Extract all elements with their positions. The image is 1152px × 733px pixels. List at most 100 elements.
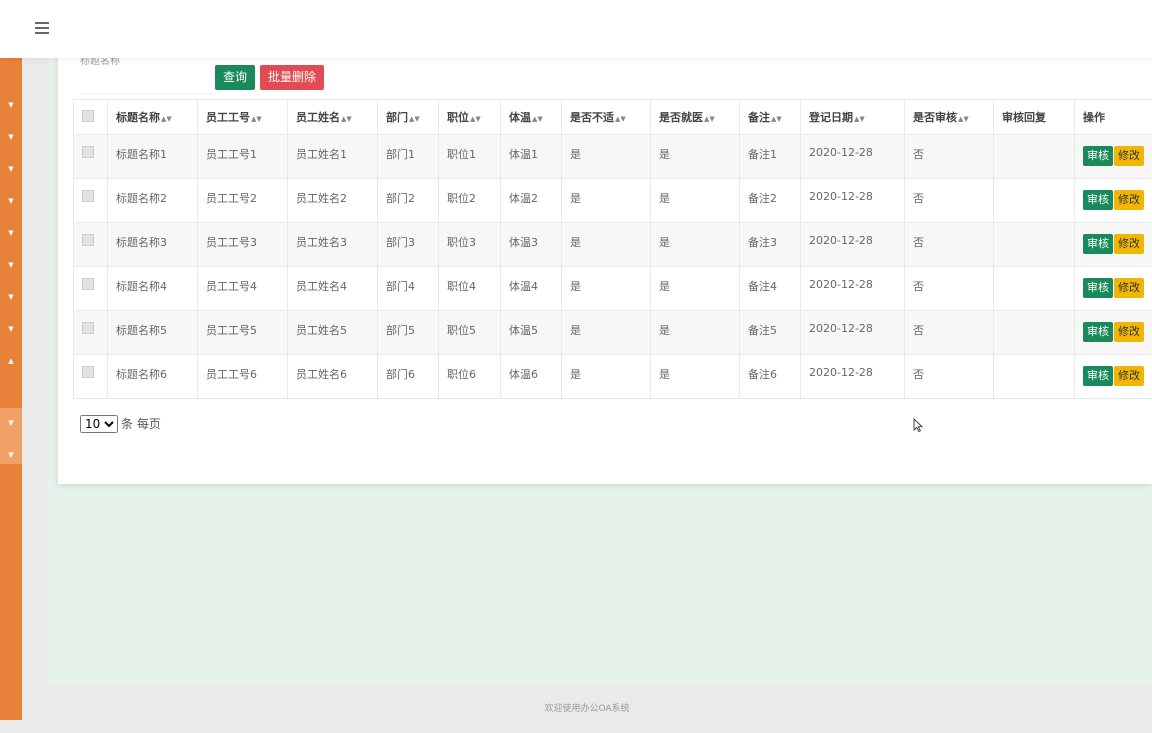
table-cell: 员工工号2 <box>198 179 288 223</box>
table-cell <box>994 267 1075 311</box>
table-cell: 是 <box>651 223 740 267</box>
table-cell: 备注3 <box>740 223 801 267</box>
caret-down-icon[interactable]: ▼ <box>0 416 22 430</box>
edit-button[interactable]: 修改 <box>1114 146 1144 166</box>
table-header-row: 标题名称▲▼ 员工工号▲▼ 员工姓名▲▼ 部门▲▼ 职位▲▼ 体温▲▼ 是否不适… <box>74 100 1152 135</box>
sort-icon[interactable]: ▲▼ <box>161 115 172 123</box>
row-checkbox[interactable] <box>82 146 94 158</box>
table-row: 标题名称6员工工号6员工姓名6部门6职位6体温6是是备注62020-12-28否… <box>74 355 1152 399</box>
caret-down-icon[interactable]: ▼ <box>0 448 22 462</box>
row-select-cell <box>74 267 108 311</box>
table-cell: 职位5 <box>439 311 501 355</box>
column-header[interactable]: 部门▲▼ <box>378 100 439 135</box>
table-cell: 2020-12-28 <box>801 311 905 355</box>
caret-down-icon[interactable]: ▼ <box>0 322 22 336</box>
row-actions: 审核修改 <box>1075 355 1152 399</box>
query-button[interactable]: 查询 <box>215 65 255 90</box>
column-header[interactable]: 是否就医▲▼ <box>651 100 740 135</box>
sort-icon[interactable]: ▲▼ <box>958 115 969 123</box>
caret-down-icon[interactable]: ▼ <box>0 130 22 144</box>
table-cell: 体温3 <box>501 223 562 267</box>
sort-icon[interactable]: ▲▼ <box>470 115 481 123</box>
table-cell: 标题名称4 <box>108 267 198 311</box>
batch-delete-button[interactable]: 批量删除 <box>260 65 324 90</box>
row-checkbox[interactable] <box>82 322 94 334</box>
sort-icon[interactable]: ▲▼ <box>532 115 543 123</box>
caret-down-icon[interactable]: ▼ <box>0 226 22 240</box>
title-search-input[interactable] <box>80 65 212 94</box>
table-cell: 体温2 <box>501 179 562 223</box>
caret-down-icon[interactable]: ▼ <box>0 98 22 112</box>
table-cell: 2020-12-28 <box>801 267 905 311</box>
table-cell: 是 <box>562 135 651 179</box>
column-header[interactable]: 职位▲▼ <box>439 100 501 135</box>
table-cell: 职位4 <box>439 267 501 311</box>
row-checkbox[interactable] <box>82 366 94 378</box>
audit-button[interactable]: 审核 <box>1083 190 1113 210</box>
table-cell: 备注4 <box>740 267 801 311</box>
table-cell: 否 <box>905 267 994 311</box>
table-cell: 备注2 <box>740 179 801 223</box>
sort-icon[interactable]: ▲▼ <box>704 115 715 123</box>
table-cell: 标题名称2 <box>108 179 198 223</box>
caret-down-icon[interactable]: ▼ <box>0 290 22 304</box>
table-cell: 部门1 <box>378 135 439 179</box>
table-cell: 2020-12-28 <box>801 355 905 399</box>
hamburger-menu-icon[interactable] <box>35 22 49 34</box>
caret-up-icon[interactable]: ▲ <box>0 354 22 368</box>
table-cell: 否 <box>905 311 994 355</box>
audit-button[interactable]: 审核 <box>1083 366 1113 386</box>
table-cell: 部门4 <box>378 267 439 311</box>
row-checkbox[interactable] <box>82 234 94 246</box>
row-select-cell <box>74 355 108 399</box>
edit-button[interactable]: 修改 <box>1114 322 1144 342</box>
column-header[interactable]: 备注▲▼ <box>740 100 801 135</box>
sort-icon[interactable]: ▲▼ <box>251 115 262 123</box>
sort-icon[interactable]: ▲▼ <box>341 115 352 123</box>
audit-button[interactable]: 审核 <box>1083 146 1113 166</box>
table-cell: 员工工号5 <box>198 311 288 355</box>
sort-icon[interactable]: ▲▼ <box>771 115 782 123</box>
caret-down-icon[interactable]: ▼ <box>0 194 22 208</box>
select-all-checkbox[interactable] <box>82 110 94 122</box>
column-header[interactable]: 员工工号▲▼ <box>198 100 288 135</box>
row-select-cell <box>74 311 108 355</box>
table-cell <box>994 179 1075 223</box>
column-header[interactable]: 员工姓名▲▼ <box>288 100 378 135</box>
column-header[interactable]: 体温▲▼ <box>501 100 562 135</box>
audit-button[interactable]: 审核 <box>1083 234 1113 254</box>
row-checkbox[interactable] <box>82 278 94 290</box>
table-cell: 是 <box>562 179 651 223</box>
row-checkbox[interactable] <box>82 190 94 202</box>
data-table: 标题名称▲▼ 员工工号▲▼ 员工姓名▲▼ 部门▲▼ 职位▲▼ 体温▲▼ 是否不适… <box>73 99 1152 399</box>
row-select-cell <box>74 179 108 223</box>
sort-icon[interactable]: ▲▼ <box>409 115 420 123</box>
audit-button[interactable]: 审核 <box>1083 278 1113 298</box>
table-row: 标题名称2员工工号2员工姓名2部门2职位2体温2是是备注22020-12-28否… <box>74 179 1152 223</box>
column-header[interactable]: 是否不适▲▼ <box>562 100 651 135</box>
table-cell: 备注6 <box>740 355 801 399</box>
row-actions: 审核修改 <box>1075 223 1152 267</box>
table-cell: 职位6 <box>439 355 501 399</box>
sort-icon[interactable]: ▲▼ <box>854 115 865 123</box>
column-header[interactable]: 是否审核▲▼ <box>905 100 994 135</box>
audit-button[interactable]: 审核 <box>1083 322 1113 342</box>
table-cell: 体温5 <box>501 311 562 355</box>
table-cell: 否 <box>905 179 994 223</box>
table-cell <box>994 311 1075 355</box>
page-size-select[interactable]: 10 <box>80 415 118 433</box>
table-cell: 部门3 <box>378 223 439 267</box>
edit-button[interactable]: 修改 <box>1114 234 1144 254</box>
column-header[interactable]: 登记日期▲▼ <box>801 100 905 135</box>
caret-down-icon[interactable]: ▼ <box>0 162 22 176</box>
sort-icon[interactable]: ▲▼ <box>615 115 626 123</box>
column-header: 审核回复 <box>994 100 1075 135</box>
column-header[interactable]: 标题名称▲▼ <box>108 100 198 135</box>
table-cell: 2020-12-28 <box>801 223 905 267</box>
edit-button[interactable]: 修改 <box>1114 190 1144 210</box>
edit-button[interactable]: 修改 <box>1114 278 1144 298</box>
edit-button[interactable]: 修改 <box>1114 366 1144 386</box>
caret-down-icon[interactable]: ▼ <box>0 258 22 272</box>
row-actions: 审核修改 <box>1075 135 1152 179</box>
footer-text: 欢迎使用办公OA系统 <box>22 685 1152 720</box>
